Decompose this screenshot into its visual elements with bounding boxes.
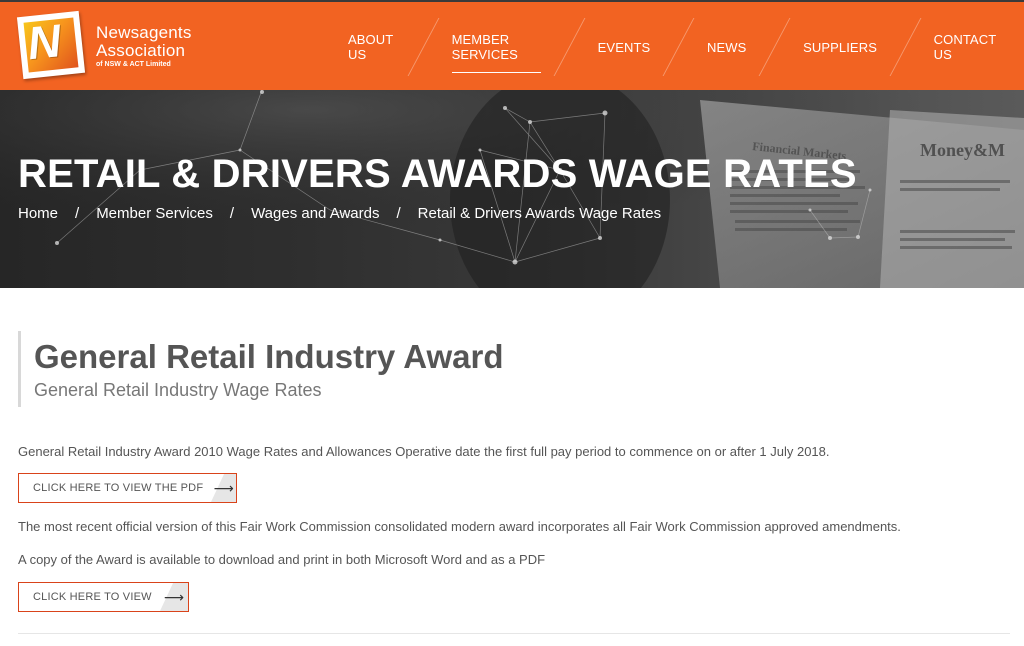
nav-news[interactable]: NEWS — [679, 2, 774, 92]
breadcrumb-separator: / — [229, 205, 235, 222]
award-description: General Retail Industry Award 2010 Wage … — [18, 444, 830, 459]
site-header: N Newsagents Association of NSW & ACT Li… — [0, 0, 1024, 90]
logo-name-line1: Newsagents — [96, 23, 192, 42]
award-download-note: A copy of the Award is available to down… — [18, 552, 546, 567]
breadcrumb-home[interactable]: Home — [18, 205, 58, 222]
content-divider — [18, 633, 1010, 634]
nav-about-us[interactable]: ABOUT US — [320, 2, 423, 92]
nav-label: MEMBER SERVICES — [451, 32, 542, 73]
breadcrumb-separator: / — [396, 205, 401, 222]
newspaper-headline: Money&M — [920, 140, 1005, 160]
hero-banner: Money&M Financial Markets RETAIL & DRIVE… — [0, 90, 1024, 288]
site-logo[interactable]: N Newsagents Association of NSW & ACT Li… — [16, 10, 208, 86]
nav-member-services[interactable]: MEMBER SERVICES — [424, 2, 569, 92]
page-title: RETAIL & DRIVERS AWARDS WAGE RATES — [18, 152, 857, 196]
nav-label: CONTACT US — [933, 32, 997, 62]
nav-label: ABOUT US — [348, 32, 394, 62]
award-title: General Retail Industry Award — [34, 338, 504, 375]
nav-events[interactable]: EVENTS — [570, 2, 679, 92]
logo-text: Newsagents Association of NSW & ACT Limi… — [96, 24, 192, 70]
logo-badge-icon: N — [16, 10, 86, 80]
nav-label: NEWS — [706, 39, 747, 55]
breadcrumb: Home / Member Services / Wages and Award… — [18, 205, 661, 222]
button-label: CLICK HERE TO VIEW THE PDF — [33, 482, 204, 494]
award-subtitle: General Retail Industry Wage Rates — [34, 380, 322, 400]
breadcrumb-current: Retail & Drivers Awards Wage Rates — [417, 205, 662, 222]
arrow-right-icon: ⟶ — [160, 583, 188, 611]
breadcrumb-separator: / — [75, 205, 80, 222]
arrow-right-icon: ⟶ — [211, 474, 236, 502]
logo-letter: N — [24, 14, 64, 70]
logo-name-line3: of NSW & ACT Limited — [96, 61, 171, 68]
logo-name-line2: Association — [96, 41, 186, 60]
view-award-button[interactable]: CLICK HERE TO VIEW ⟶ — [18, 582, 189, 612]
award-heading-block: General Retail Industry Award General Re… — [18, 331, 503, 407]
award-official-note: The most recent official version of this… — [18, 519, 901, 534]
nav-suppliers[interactable]: SUPPLIERS — [775, 2, 905, 92]
nav-label: SUPPLIERS — [803, 39, 877, 55]
breadcrumb-wages-and-awards[interactable]: Wages and Awards — [251, 205, 379, 222]
view-pdf-button[interactable]: CLICK HERE TO VIEW THE PDF ⟶ — [18, 473, 237, 503]
nav-label: EVENTS — [597, 39, 651, 55]
breadcrumb-member-services[interactable]: Member Services — [96, 205, 213, 222]
main-nav: ABOUT US MEMBER SERVICES EVENTS NEWS SUP… — [320, 2, 1024, 92]
nav-contact-us[interactable]: CONTACT US — [906, 2, 1024, 92]
button-label: CLICK HERE TO VIEW — [33, 591, 152, 603]
